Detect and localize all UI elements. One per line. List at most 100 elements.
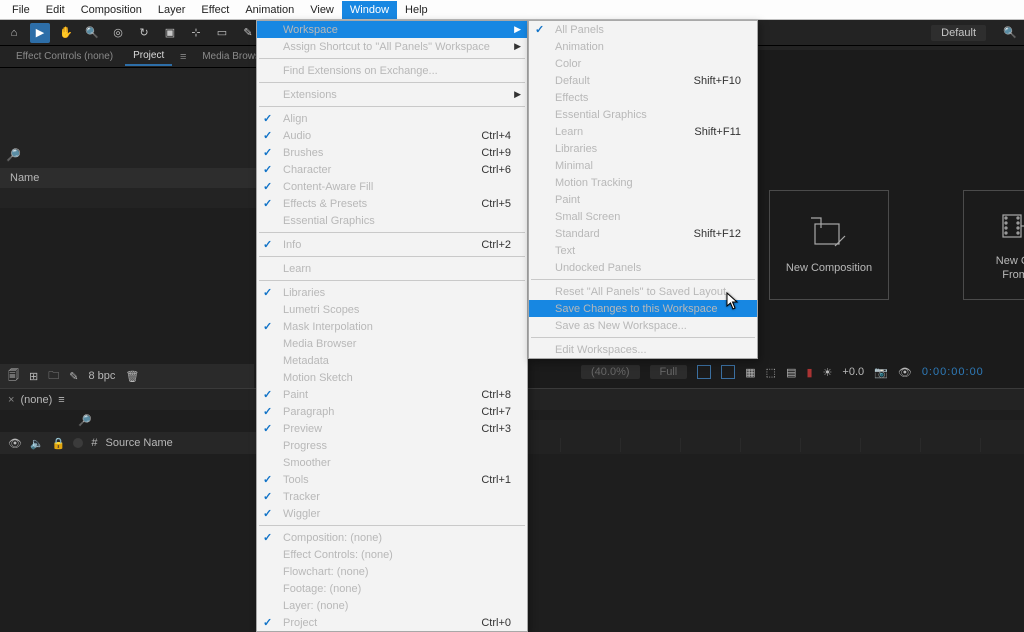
lock-column-icon[interactable]: 🔒 [52, 437, 66, 450]
exposure-icon[interactable]: ☀ [823, 366, 833, 379]
menu-animation[interactable]: Animation [237, 1, 302, 19]
window-menu-item-content-aware-fill[interactable]: ✓Content-Aware Fill [257, 178, 527, 195]
window-menu-item-project[interactable]: ✓ProjectCtrl+0 [257, 614, 527, 631]
new-composition-button[interactable]: New Composition [769, 190, 889, 300]
workspace-menu-item-motion-tracking[interactable]: Motion Tracking [529, 174, 757, 191]
window-menu-item-media-browser[interactable]: Media Browser [257, 335, 527, 352]
channel-icon[interactable]: ▮ [806, 366, 812, 379]
eye-column-icon[interactable]: 👁 [8, 437, 22, 450]
col-name[interactable]: Name [10, 172, 39, 184]
workspace-menu-item-default[interactable]: DefaultShift+F10 [529, 72, 757, 89]
edit-icon[interactable]: ✎ [69, 370, 78, 383]
window-menu-item-tracker[interactable]: ✓Tracker [257, 488, 527, 505]
workspace-menu-item-standard[interactable]: StandardShift+F12 [529, 225, 757, 242]
pen-tool-icon[interactable]: ✎ [238, 23, 258, 43]
window-menu-item-layer-none[interactable]: Layer: (none) [257, 597, 527, 614]
window-menu-item-find-extensions-on-exchange[interactable]: Find Extensions on Exchange... [257, 62, 527, 79]
menu-layer[interactable]: Layer [150, 1, 194, 19]
tab-project[interactable]: Project [125, 47, 172, 66]
mask-toggle-icon[interactable]: ▦ [745, 366, 755, 379]
region-of-interest-icon[interactable] [697, 365, 711, 379]
menu-window[interactable]: Window [342, 1, 397, 19]
window-menu-item-paint[interactable]: ✓PaintCtrl+8 [257, 386, 527, 403]
interpret-footage-icon[interactable]: 🗐 [8, 367, 19, 386]
workspace-menu-item-color[interactable]: Color [529, 55, 757, 72]
menu-file[interactable]: File [4, 1, 38, 19]
home-icon[interactable]: ⌂ [4, 23, 24, 43]
window-menu-item-tools[interactable]: ✓ToolsCtrl+1 [257, 471, 527, 488]
window-menu-item-motion-sketch[interactable]: Motion Sketch [257, 369, 527, 386]
window-menu-item-effects-presets[interactable]: ✓Effects & PresetsCtrl+5 [257, 195, 527, 212]
window-menu-item-libraries[interactable]: ✓Libraries [257, 284, 527, 301]
window-menu-item-brushes[interactable]: ✓BrushesCtrl+9 [257, 144, 527, 161]
timeline-tab-none[interactable]: (none) [20, 394, 52, 406]
window-menu-item-essential-graphics[interactable]: Essential Graphics [257, 212, 527, 229]
label-column-icon[interactable] [73, 438, 83, 448]
workspace-menu-item-all-panels[interactable]: ✓All Panels [529, 21, 757, 38]
workspace-menu-item-minimal[interactable]: Minimal [529, 157, 757, 174]
shape-tool-icon[interactable]: ▭ [212, 23, 232, 43]
zoom-tool-icon[interactable]: 🔍 [82, 23, 102, 43]
window-menu-item-flowchart-none[interactable]: Flowchart: (none) [257, 563, 527, 580]
workspace-menu-item-learn[interactable]: LearnShift+F11 [529, 123, 757, 140]
window-menu-item-info[interactable]: ✓InfoCtrl+2 [257, 236, 527, 253]
close-tab-icon[interactable]: × [8, 394, 14, 406]
pan-behind-tool-icon[interactable]: ⊹ [186, 23, 206, 43]
snapshot-icon[interactable]: 📷 [874, 366, 888, 379]
menu-effect[interactable]: Effect [193, 1, 237, 19]
window-menu-item-footage-none[interactable]: Footage: (none) [257, 580, 527, 597]
window-menu-item-learn[interactable]: Learn [257, 260, 527, 277]
hand-tool-icon[interactable]: ✋ [56, 23, 76, 43]
3d-view-icon[interactable]: ⬚ [766, 366, 776, 379]
camera-tool-icon[interactable]: ▣ [160, 23, 180, 43]
workspace-menu-item-save-as-new-workspace[interactable]: Save as New Workspace... [529, 317, 757, 334]
window-menu-item-workspace[interactable]: Workspace▶ [257, 21, 527, 38]
menu-help[interactable]: Help [397, 1, 436, 19]
new-folder-icon[interactable]: 🗀 [48, 367, 59, 386]
exposure-value[interactable]: +0.0 [842, 366, 864, 378]
zoom-dropdown[interactable]: (40.0%) [581, 365, 640, 379]
workspace-menu-item-paint[interactable]: Paint [529, 191, 757, 208]
search-icon[interactable]: 🔍 [1000, 23, 1020, 43]
window-menu-item-extensions[interactable]: Extensions▶ [257, 86, 527, 103]
timeline-search-icon[interactable]: 🔎 [78, 414, 92, 427]
window-menu-item-preview[interactable]: ✓PreviewCtrl+3 [257, 420, 527, 437]
window-menu-item-progress[interactable]: Progress [257, 437, 527, 454]
project-search-icon[interactable]: 🔎 [6, 148, 21, 162]
window-menu-item-mask-interpolation[interactable]: ✓Mask Interpolation [257, 318, 527, 335]
tab-effect-controls[interactable]: Effect Controls (none) [8, 48, 121, 65]
menu-edit[interactable]: Edit [38, 1, 73, 19]
window-menu-item-smoother[interactable]: Smoother [257, 454, 527, 471]
rotate-tool-icon[interactable]: ↻ [134, 23, 154, 43]
timecode[interactable]: 0:00:00:00 [922, 366, 984, 378]
workspace-menu-item-animation[interactable]: Animation [529, 38, 757, 55]
window-menu-item-composition-none[interactable]: ✓Composition: (none) [257, 529, 527, 546]
workspace-menu-item-essential-graphics[interactable]: Essential Graphics [529, 106, 757, 123]
workspace-switcher[interactable]: Default [931, 25, 986, 41]
workspace-menu-item-libraries[interactable]: Libraries [529, 140, 757, 157]
window-menu-item-metadata[interactable]: Metadata [257, 352, 527, 369]
panel-menu-icon[interactable]: ≡ [58, 394, 64, 406]
resolution-dropdown[interactable]: Full [650, 365, 688, 379]
trash-icon[interactable]: 🗑 [125, 370, 139, 383]
panel-menu-icon[interactable]: ≡ [176, 51, 190, 63]
orbit-tool-icon[interactable]: ◎ [108, 23, 128, 43]
source-name-column[interactable]: Source Name [106, 437, 173, 449]
window-menu-item-wiggler[interactable]: ✓Wiggler [257, 505, 527, 522]
window-menu-item-lumetri-scopes[interactable]: Lumetri Scopes [257, 301, 527, 318]
workspace-menu-item-small-screen[interactable]: Small Screen [529, 208, 757, 225]
workspace-menu-item-save-changes-to-this-workspace[interactable]: Save Changes to this Workspace [529, 300, 757, 317]
bpc-toggle[interactable]: 8 bpc [88, 370, 115, 382]
window-menu-item-character[interactable]: ✓CharacterCtrl+6 [257, 161, 527, 178]
new-comp-icon[interactable]: ⊞ [29, 370, 38, 383]
workspace-menu-item-text[interactable]: Text [529, 242, 757, 259]
menu-view[interactable]: View [302, 1, 342, 19]
window-menu-item-assign-shortcut-to-all-panels-workspace[interactable]: Assign Shortcut to "All Panels" Workspac… [257, 38, 527, 55]
transparency-grid-icon[interactable] [721, 365, 735, 379]
new-comp-from-footage-button[interactable]: New Comp From Fo [963, 190, 1024, 300]
workspace-menu-item-edit-workspaces[interactable]: Edit Workspaces... [529, 341, 757, 358]
window-menu-item-paragraph[interactable]: ✓ParagraphCtrl+7 [257, 403, 527, 420]
window-menu-item-effect-controls-none[interactable]: Effect Controls: (none) [257, 546, 527, 563]
show-snapshot-icon[interactable]: 👁 [898, 366, 912, 379]
selection-tool-icon[interactable]: ▶ [30, 23, 50, 43]
